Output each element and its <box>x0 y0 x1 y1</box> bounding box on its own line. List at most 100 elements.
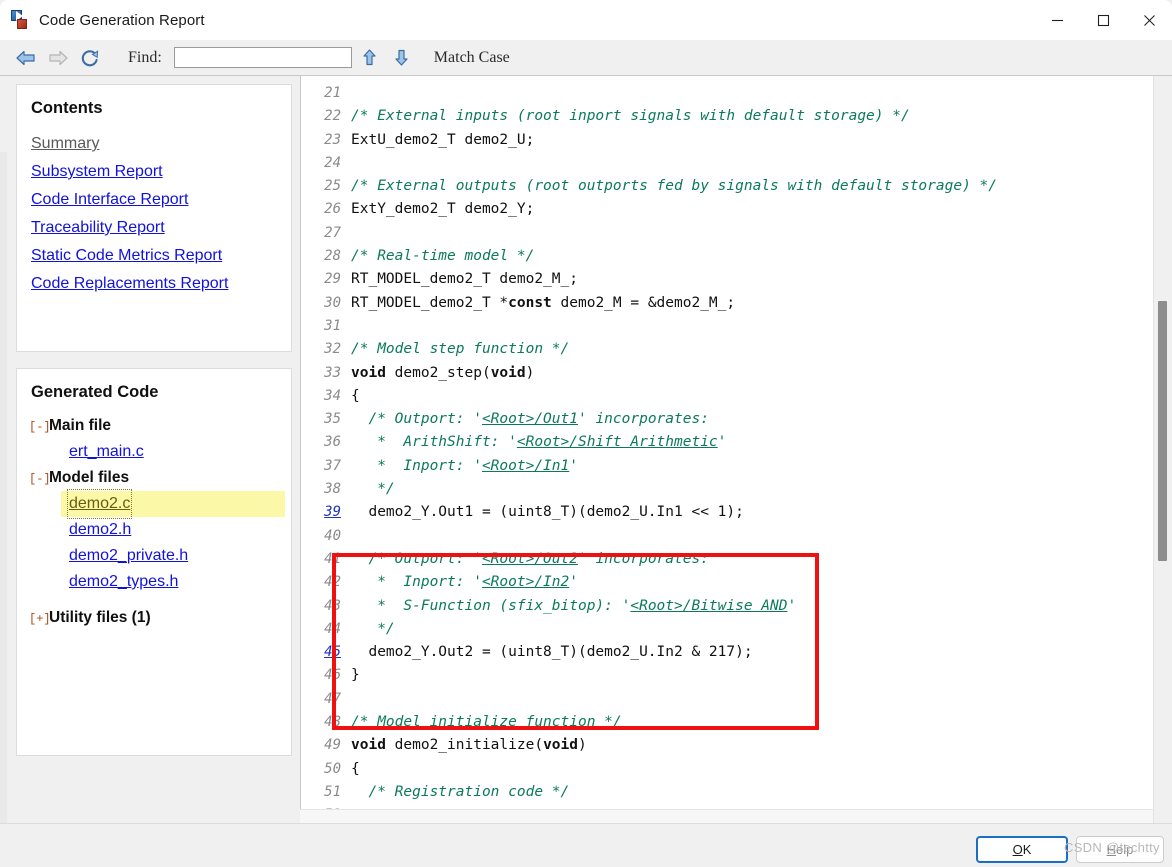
tree-file-demo2-h[interactable]: demo2.h <box>69 517 131 543</box>
search-input[interactable] <box>173 47 352 68</box>
code-block-link[interactable]: <Root>/Bitwise AND <box>630 598 787 614</box>
code-line: 35 /* Outport: '<Root>/Out1' incorporate… <box>301 408 1153 431</box>
sidebar-item-code-replacements-report[interactable]: Code Replacements Report <box>31 270 228 298</box>
code-line: 44 */ <box>301 618 1153 641</box>
expand-toggle-icon[interactable]: [+] <box>29 612 51 626</box>
refresh-icon[interactable] <box>74 45 106 71</box>
line-number: 27 <box>324 224 341 241</box>
code-block-link[interactable]: <Root>/In2 <box>482 574 569 590</box>
code-segment: ' <box>717 434 727 451</box>
code-scroll-area[interactable]: 21 22 /* External inputs (root inport sign… <box>301 76 1153 824</box>
back-arrow-icon[interactable] <box>10 45 42 71</box>
code-line: 46} <box>301 664 1153 687</box>
code-line: 40 <box>301 525 1153 548</box>
line-number: 38 <box>324 481 341 498</box>
code-line: 34 { <box>301 385 1153 408</box>
line-number: 37 <box>324 457 341 474</box>
code-segment: } <box>351 667 360 684</box>
code-line: 36 * ArithShift: '<Root>/Shift Arithmeti… <box>301 431 1153 454</box>
tree-file-demo2-c[interactable]: demo2.c <box>66 489 133 519</box>
list-item[interactable]: demo2_types.h <box>17 569 291 595</box>
tree-file-demo2-types-h[interactable]: demo2_types.h <box>69 569 178 595</box>
code-line: 51 /* Registration code */ <box>301 781 1153 804</box>
ok-button[interactable]: OK <box>976 836 1068 863</box>
match-case-label[interactable]: Match Case <box>434 49 510 67</box>
forward-arrow-icon <box>42 45 74 71</box>
code-line-text: /* External inputs (root inport signals … <box>351 105 910 128</box>
sidebar-item-traceability-report[interactable]: Traceability Report <box>31 214 165 242</box>
collapse-toggle-icon[interactable]: [-] <box>29 472 51 486</box>
code-line: 41 /* Outport: '<Root>/Out2' incorporate… <box>301 548 1153 571</box>
line-number: 26 <box>324 201 341 218</box>
code-segment: ) <box>577 737 587 754</box>
code-segment: ExtU_demo2_T demo2_U; <box>351 131 535 148</box>
code-block-link[interactable]: <Root>/In1 <box>482 458 569 474</box>
ok-rest: K <box>1022 842 1032 857</box>
code-line: 21 <box>301 82 1153 105</box>
window-title: Code Generation Report <box>39 11 205 29</box>
watermark: CSDN @techtty <box>1064 840 1160 855</box>
code-line-text: /* Model step function */ <box>351 338 569 361</box>
code-segment: void <box>543 737 578 754</box>
code-line-text: * Inport: '<Root>/In2' <box>351 571 578 594</box>
code-block-link[interactable]: <Root>/Out1 <box>482 411 578 427</box>
line-number: 21 <box>324 85 341 101</box>
line-number[interactable]: 45 <box>301 641 351 664</box>
code-segment: void <box>351 737 386 754</box>
up-arrow-icon[interactable] <box>356 45 384 71</box>
tree-file-ert-main-c[interactable]: ert_main.c <box>69 439 144 465</box>
collapse-toggle-icon[interactable]: [-] <box>29 420 51 434</box>
code-segment: ) <box>525 364 535 381</box>
tree-group-utility-files[interactable]: [+] Utility files (1) <box>29 605 291 631</box>
line-number: 25 <box>324 178 341 195</box>
list-item-selected[interactable]: demo2.c <box>61 489 285 519</box>
sidebar-item-code-interface-report[interactable]: Code Interface Report <box>31 186 188 214</box>
ok-button-label: OK <box>1013 842 1032 857</box>
list-item[interactable]: ert_main.c <box>17 439 291 465</box>
code-horizontal-scrollbar[interactable] <box>300 809 1153 824</box>
code-line: 32 /* Model step function */ <box>301 338 1153 361</box>
code-segment: ' incorporates: <box>577 411 709 428</box>
code-segment: /* Outport: ' <box>351 411 482 428</box>
code-segment: /* External outputs (root outports fed b… <box>351 178 998 195</box>
code-segment: const <box>508 294 552 311</box>
sidebar-item-summary[interactable]: Summary <box>31 130 99 158</box>
code-block-link[interactable]: <Root>/Shift Arithmetic <box>517 434 718 450</box>
code-segment: demo2_Y.Out2 = (uint8_T)(demo2_U.In2 & 2… <box>351 644 753 661</box>
down-arrow-icon[interactable] <box>388 45 416 71</box>
code-segment: ' incorporates: <box>577 550 709 567</box>
code-line-text: /* Outport: '<Root>/Out2' incorporates: <box>351 548 709 571</box>
line-number[interactable]: 39 <box>301 501 351 524</box>
code-line-text: RT_MODEL_demo2_T *const demo2_M = &demo2… <box>351 292 735 315</box>
contents-link-list: Summary Subsystem Report Code Interface … <box>17 130 291 298</box>
scrollbar-thumb[interactable] <box>1158 301 1167 561</box>
contents-panel: Contents Summary Subsystem Report Code I… <box>16 84 292 352</box>
line-number: 41 <box>324 550 341 567</box>
code-line: 31 <box>301 315 1153 338</box>
tree-group-main-file[interactable]: [-] Main file <box>29 413 291 439</box>
line-number: 23 <box>324 131 341 148</box>
maximize-icon[interactable] <box>1080 0 1126 40</box>
list-item[interactable]: demo2.h <box>17 517 291 543</box>
code-segment: ' <box>569 457 578 474</box>
line-number: 35 <box>324 411 341 428</box>
code-line-text: /* Model initialize function */ <box>351 711 622 734</box>
code-segment: demo2_Y.Out1 = (uint8_T)(demo2_U.In1 << … <box>351 504 744 521</box>
code-line-text: { <box>351 385 360 408</box>
code-line-text: demo2_Y.Out1 = (uint8_T)(demo2_U.In1 << … <box>351 501 744 524</box>
code-line-text: ExtY_demo2_T demo2_Y; <box>351 198 534 221</box>
sidebar-item-static-code-metrics-report[interactable]: Static Code Metrics Report <box>31 242 222 270</box>
close-icon[interactable] <box>1126 0 1172 40</box>
code-segment: /* External inputs (root inport signals … <box>351 108 910 125</box>
line-number: 51 <box>324 783 341 800</box>
sidebar-item-subsystem-report[interactable]: Subsystem Report <box>31 158 163 186</box>
code-line-text: */ <box>351 478 394 501</box>
tree-group-model-files[interactable]: [-] Model files <box>29 465 291 491</box>
code-block-link[interactable]: <Root>/Out2 <box>482 551 578 567</box>
code-vertical-scrollbar[interactable] <box>1153 76 1172 824</box>
line-number: 29 <box>324 271 341 288</box>
tree-file-demo2-private-h[interactable]: demo2_private.h <box>69 543 188 569</box>
list-item[interactable]: demo2_private.h <box>17 543 291 569</box>
code-line: 22 /* External inputs (root inport signal… <box>301 105 1153 128</box>
minimize-icon[interactable] <box>1034 0 1080 40</box>
